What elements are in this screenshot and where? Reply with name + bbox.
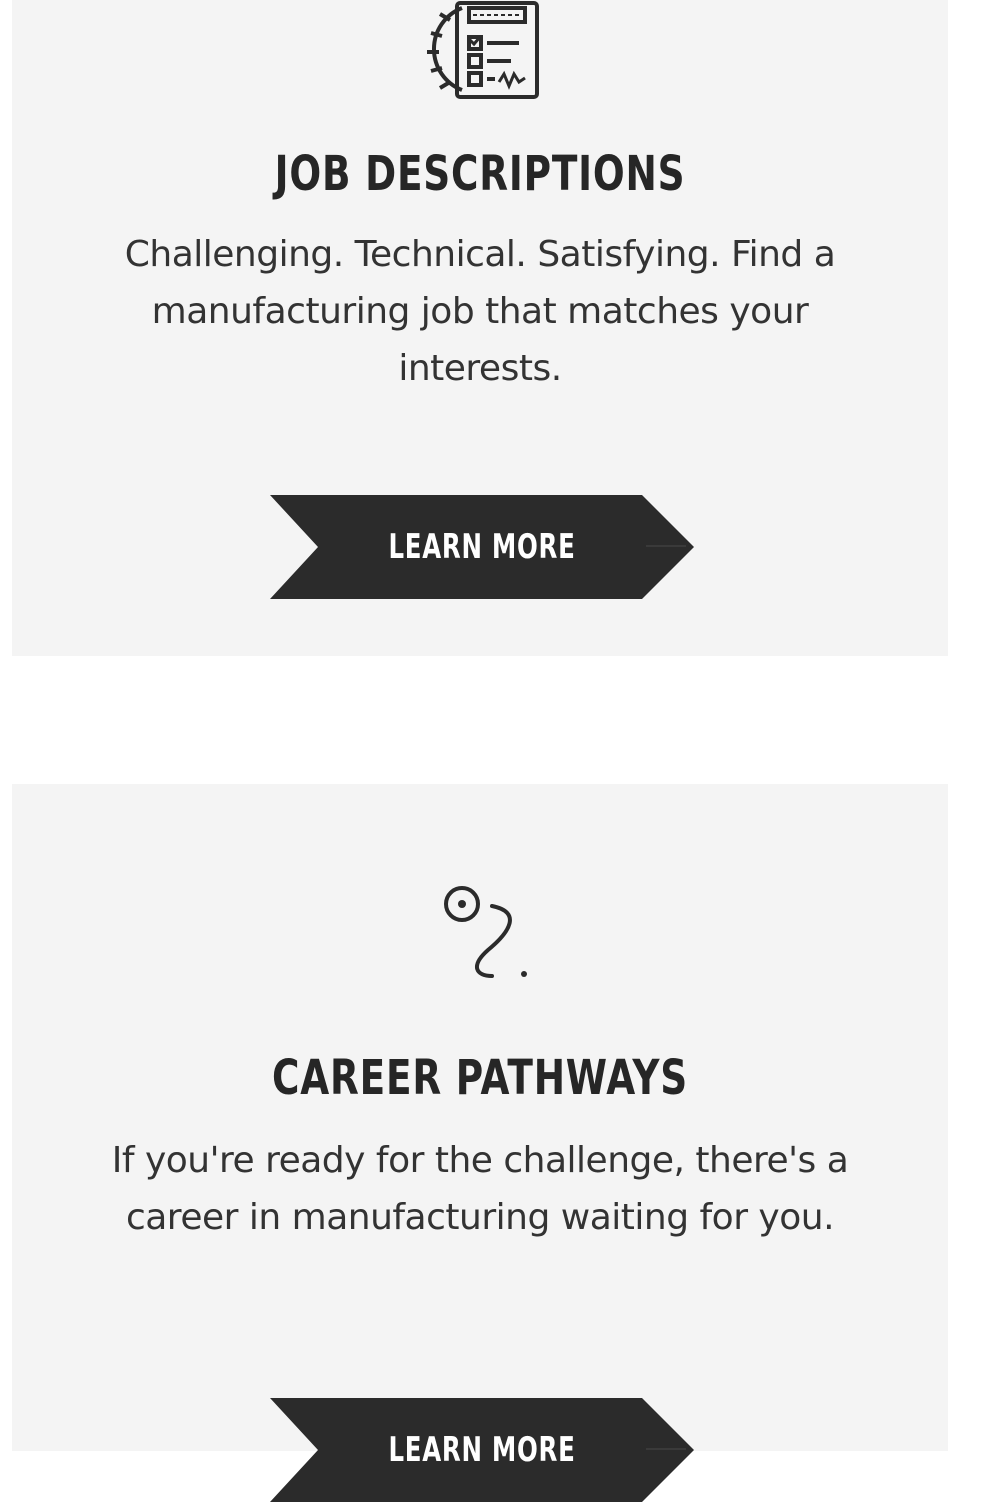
learn-more-label: LEARN MORE [388,527,576,567]
career-pathways-card: CAREER PATHWAYS If you're ready for the … [12,784,948,1502]
learn-more-button[interactable]: LEARN MORE [270,495,694,599]
learn-more-label: LEARN MORE [388,1430,576,1470]
learn-more-button[interactable]: LEARN MORE [270,1398,694,1502]
job-descriptions-card: JOB DESCRIPTIONS Challenging. Technical.… [12,0,948,656]
card-description: If you're ready for the challenge, there… [111,1140,849,1238]
checklist-gear-icon [415,0,545,100]
card-description: Challenging. Technical. Satisfying. Find… [124,234,836,389]
card-title: CAREER PATHWAYS [271,1050,689,1106]
card-title: JOB DESCRIPTIONS [274,146,686,202]
pathway-icon [430,880,530,980]
